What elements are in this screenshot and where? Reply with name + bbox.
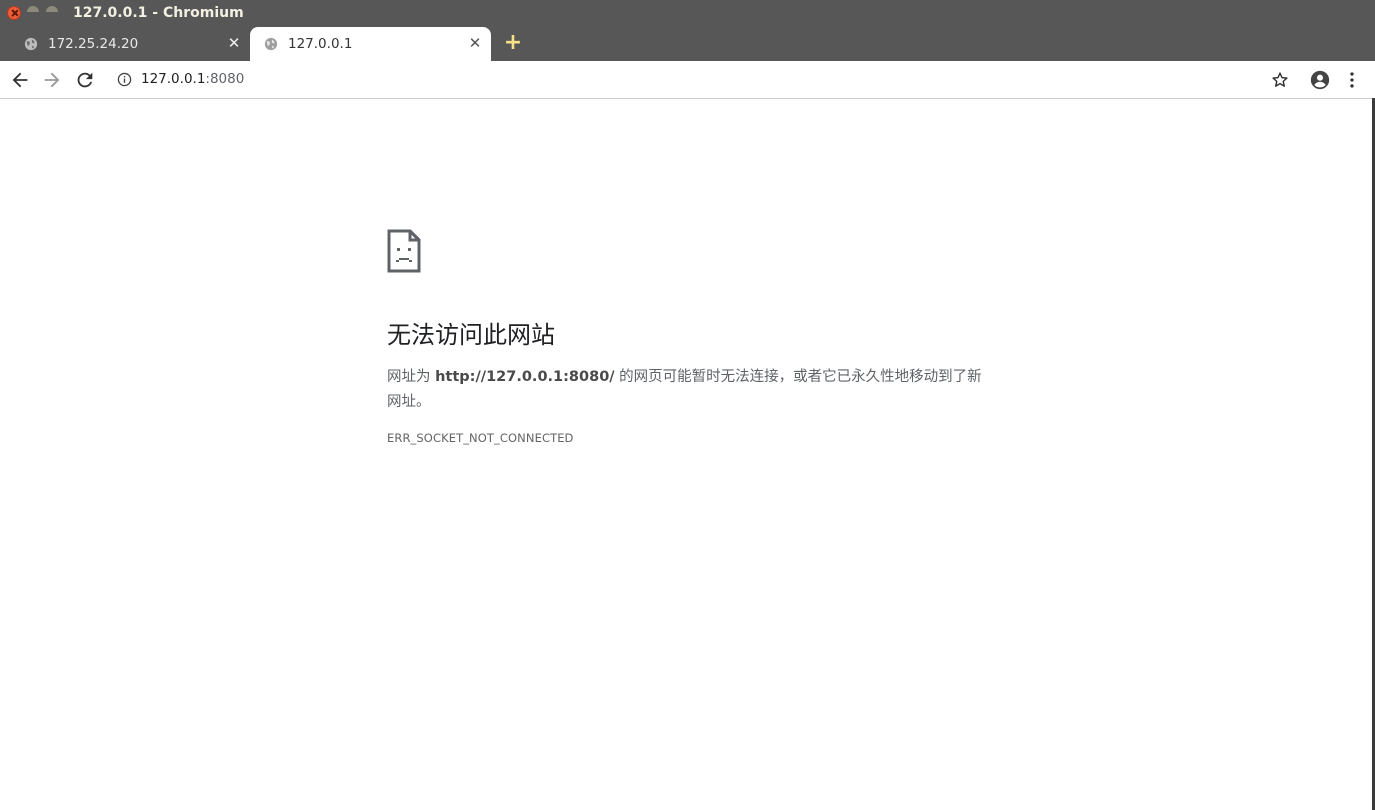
error-description: 网址为 http://127.0.0.1:8080/ 的网页可能暂时无法连接，或… — [387, 365, 982, 415]
tab-172-25-24-20[interactable]: 172.25.24.20 ✕ — [10, 27, 250, 61]
info-icon[interactable] — [117, 72, 132, 87]
error-code: ERR_SOCKET_NOT_CONNECTED — [387, 431, 574, 445]
url-port: :8080 — [205, 71, 245, 87]
menu-dots-icon[interactable] — [1341, 69, 1363, 91]
tab-strip: 172.25.24.20 ✕ 127.0.0.1 ✕ + — [0, 27, 1375, 61]
profile-avatar-icon[interactable] — [1309, 69, 1331, 91]
tab-127-0-0-1[interactable]: 127.0.0.1 ✕ — [250, 27, 491, 61]
window-minimize-button[interactable] — [27, 6, 39, 12]
browser-toolbar: 127.0.0.1:8080 — [0, 61, 1375, 99]
new-tab-button[interactable]: + — [502, 32, 524, 54]
tab-title: 127.0.0.1 — [288, 36, 353, 52]
close-icon[interactable]: ✕ — [467, 35, 483, 51]
back-arrow-icon[interactable] — [9, 69, 31, 91]
window-title: 127.0.0.1 - Chromium — [73, 5, 244, 21]
error-url: http://127.0.0.1:8080/ — [435, 369, 615, 385]
error-heading: 无法访问此网站 — [387, 321, 555, 349]
url-host: 127.0.0.1 — [141, 71, 206, 87]
close-icon[interactable]: ✕ — [226, 35, 242, 51]
error-page: 无法访问此网站 网址为 http://127.0.0.1:8080/ 的网页可能… — [387, 229, 987, 445]
error-desc-prefix: 网址为 — [387, 369, 436, 385]
url-field[interactable]: 127.0.0.1:8080 — [141, 71, 244, 87]
window-titlebar: 127.0.0.1 - Chromium — [0, 0, 1375, 27]
star-icon[interactable] — [1269, 69, 1291, 91]
window-maximize-button[interactable] — [46, 6, 58, 12]
reload-icon[interactable] — [74, 69, 96, 91]
globe-icon — [264, 37, 278, 51]
window-close-button[interactable] — [7, 6, 21, 20]
forward-arrow-icon[interactable] — [41, 69, 63, 91]
tab-title: 172.25.24.20 — [48, 36, 139, 52]
globe-icon — [24, 37, 38, 51]
sad-document-icon — [387, 229, 421, 273]
